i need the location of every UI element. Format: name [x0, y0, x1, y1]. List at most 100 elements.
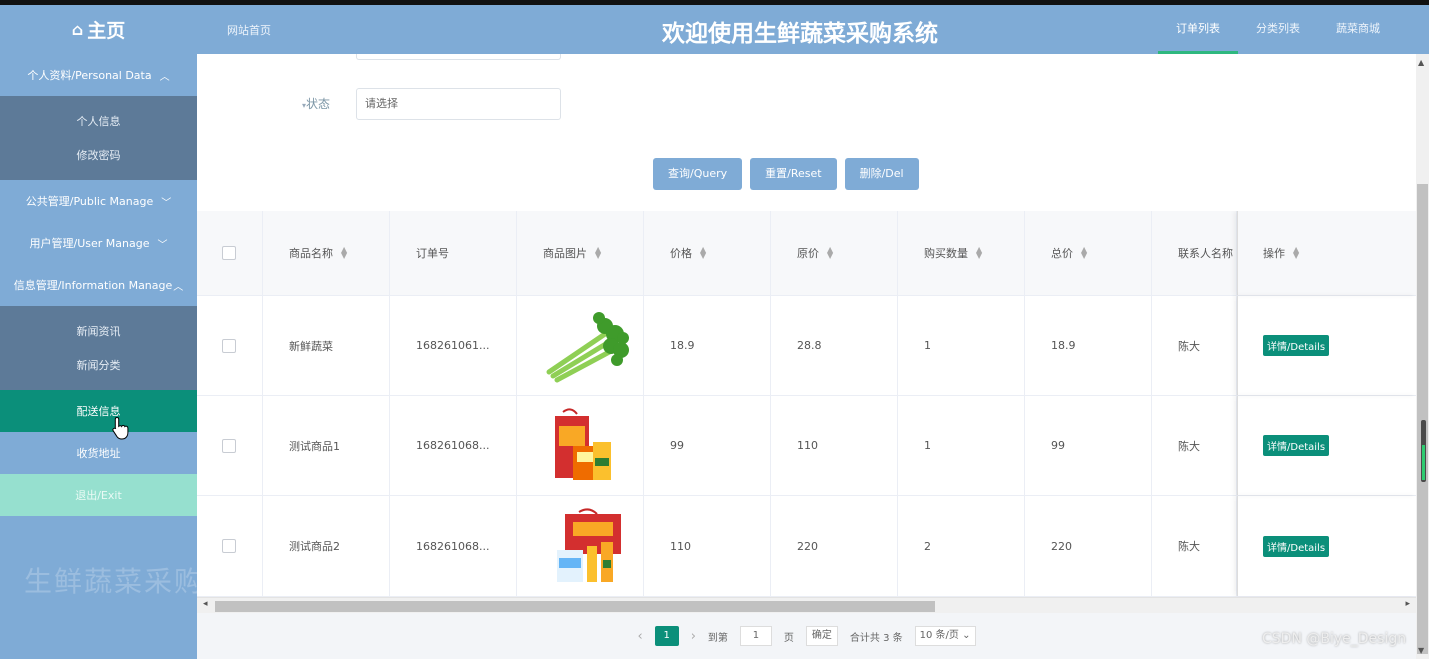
- current-page-button[interactable]: 1: [654, 626, 679, 646]
- top-header: ⌂ 主页 网站首页 欢迎使用生鲜蔬菜采购系统 订单列表 分类列表 蔬菜商城: [0, 5, 1429, 54]
- top-nav-category-list[interactable]: 分类列表: [1238, 5, 1318, 54]
- celery-image: [546, 311, 629, 382]
- sort-icon[interactable]: ▲ ▼: [1081, 246, 1087, 260]
- cell-order-no: 168261068...: [390, 496, 517, 596]
- scroll-up-icon[interactable]: ▲: [1418, 58, 1424, 67]
- cell-image: [517, 396, 644, 495]
- sort-icon[interactable]: ▲ ▼: [827, 246, 833, 260]
- sidebar-item-change-password[interactable]: 修改密码: [0, 138, 197, 172]
- column-header-price[interactable]: 价格 ▲ ▼: [644, 211, 771, 295]
- cell-total: 220: [1025, 496, 1152, 596]
- goto-label: 到第: [707, 632, 728, 644]
- column-header-image[interactable]: 商品图片 ▲ ▼: [517, 211, 644, 295]
- sidebar-item-news-category[interactable]: 新闻分类: [0, 348, 197, 382]
- row-select-cell: [197, 296, 263, 395]
- sidebar-item-delivery-info[interactable]: 配送信息: [0, 390, 197, 432]
- sidebar-item-personal-info[interactable]: 个人信息: [0, 104, 197, 138]
- sidebar-group-label: 用户管理/User Manage: [29, 237, 150, 250]
- horizontal-scroll-thumb[interactable]: [215, 601, 935, 612]
- cell-contact: 陈大: [1152, 496, 1237, 596]
- sort-icon[interactable]: ▲ ▼: [341, 246, 347, 260]
- row-checkbox[interactable]: [222, 539, 236, 553]
- horizontal-scrollbar[interactable]: ◂ ▸: [197, 597, 1416, 613]
- details-button[interactable]: 详情/Details: [1263, 335, 1330, 356]
- table-row: 测试商品2 168261068... 110 220 2 220 陈大 详情/D…: [197, 496, 1416, 597]
- sort-icon[interactable]: ▲ ▼: [700, 246, 706, 260]
- sidebar-group-public-manage[interactable]: 公共管理/Public Manage ﹀: [0, 180, 197, 222]
- sidebar: 个人资料/Personal Data ︿ 个人信息 修改密码 公共管理/Publ…: [0, 54, 197, 659]
- csdn-watermark: CSDN @Biye_Design: [1262, 631, 1407, 647]
- page-title: 欢迎使用生鲜蔬菜采购系统: [662, 21, 938, 47]
- column-header-quantity[interactable]: 购买数量 ▲ ▼: [898, 211, 1025, 295]
- cell-original-price: 110: [771, 396, 898, 495]
- sidebar-group-information-manage[interactable]: 信息管理/Information Manage ︿: [0, 264, 197, 306]
- row-select-cell: [197, 496, 263, 596]
- column-header-actions[interactable]: 操作 ▲ ▼: [1237, 211, 1416, 295]
- sort-icon[interactable]: ▲ ▼: [976, 246, 982, 260]
- goto-confirm-button[interactable]: 确定: [805, 626, 838, 646]
- sidebar-item-shipping-address[interactable]: 收货地址: [0, 432, 197, 474]
- sort-icon[interactable]: ▲ ▼: [1293, 246, 1299, 260]
- sort-icon[interactable]: ▲ ▼: [595, 246, 601, 260]
- filter-input-partial[interactable]: [356, 54, 561, 60]
- column-header-original-price[interactable]: 原价 ▲ ▼: [771, 211, 898, 295]
- delete-button[interactable]: 删除/Del: [844, 158, 919, 190]
- cell-actions: 详情/Details: [1237, 496, 1416, 596]
- gift-box-image: [557, 508, 621, 582]
- top-nav-vegetable-mall[interactable]: 蔬菜商城: [1318, 5, 1398, 54]
- cell-name: 测试商品2: [263, 496, 390, 596]
- sidebar-watermark: 生鲜蔬菜采购系统: [24, 565, 197, 598]
- cell-price: 99: [644, 396, 771, 495]
- details-button[interactable]: 详情/Details: [1263, 435, 1330, 456]
- chevron-up-icon: ︿: [173, 281, 184, 293]
- site-home-link[interactable]: 网站首页: [227, 22, 271, 38]
- scroll-left-icon[interactable]: ◂: [203, 599, 208, 609]
- table-row: 测试商品1 168261068... 99 110 1 99 陈大 详情/Det…: [197, 396, 1416, 496]
- sidebar-group-personal-data[interactable]: 个人资料/Personal Data ︿: [0, 54, 197, 96]
- main-content: ▾状态 请选择 查询/Query 重置/Reset 删除/Del 商品名称 ▲ ▼ …: [197, 54, 1416, 659]
- cell-original-price: 220: [771, 496, 898, 596]
- next-page-icon[interactable]: ›: [691, 629, 696, 644]
- brand-home-link[interactable]: ⌂ 主页: [0, 5, 197, 54]
- top-nav-order-list[interactable]: 订单列表: [1158, 5, 1238, 54]
- query-button[interactable]: 查询/Query: [653, 158, 743, 190]
- top-nav-spacer: [1398, 5, 1429, 54]
- cell-price: 110: [644, 496, 771, 596]
- status-filter-label: ▾状态: [302, 97, 331, 111]
- submenu-information-manage: 新闻资讯 新闻分类: [0, 306, 197, 390]
- cell-order-no: 168261068...: [390, 396, 517, 495]
- sidebar-item-news[interactable]: 新闻资讯: [0, 314, 197, 348]
- gift-box-image: [555, 407, 611, 480]
- cell-quantity: 2: [898, 496, 1025, 596]
- sidebar-exit-button[interactable]: 退出/Exit: [0, 474, 197, 516]
- chevron-up-icon: ︿: [159, 71, 170, 83]
- cell-quantity: 1: [898, 396, 1025, 495]
- scroll-down-icon[interactable]: ▼: [1418, 646, 1424, 655]
- select-all-checkbox[interactable]: [222, 246, 236, 260]
- vertical-scroll-thumb[interactable]: [1417, 184, 1428, 654]
- scroll-right-icon[interactable]: ▸: [1405, 599, 1410, 609]
- status-select[interactable]: 请选择: [356, 88, 561, 120]
- cell-contact: 陈大: [1152, 396, 1237, 495]
- page-size-select[interactable]: 10 条/页 ⌄: [914, 626, 976, 646]
- cell-actions: 详情/Details: [1237, 296, 1416, 395]
- chevron-down-icon: ⌄: [962, 630, 971, 641]
- row-checkbox[interactable]: [222, 438, 236, 453]
- hand-cursor-icon: [112, 416, 129, 440]
- row-select-cell: [197, 396, 263, 495]
- home-icon: ⌂: [71, 20, 84, 39]
- prev-page-icon[interactable]: ‹: [638, 629, 643, 644]
- vertical-scrollbar[interactable]: ▲ ▼: [1416, 54, 1429, 659]
- pagination: ‹ 1 › 到第 1 页 确定 合计共 3 条 10 条/页 ⌄: [197, 613, 1416, 659]
- row-checkbox[interactable]: [222, 338, 236, 353]
- details-button[interactable]: 详情/Details: [1263, 535, 1330, 557]
- reset-button[interactable]: 重置/Reset: [750, 158, 837, 190]
- column-header-order-no: 订单号: [390, 211, 517, 295]
- column-header-name[interactable]: 商品名称 ▲ ▼: [263, 211, 390, 295]
- column-header-total[interactable]: 总价 ▲ ▼: [1025, 211, 1152, 295]
- cell-original-price: 28.8: [771, 296, 898, 395]
- sidebar-group-label: 信息管理/Information Manage: [13, 279, 173, 292]
- goto-page-input[interactable]: 1: [739, 626, 772, 646]
- action-buttons: 查询/Query 重置/Reset 删除/Del: [653, 158, 919, 190]
- sidebar-group-user-manage[interactable]: 用户管理/User Manage ﹀: [0, 222, 197, 264]
